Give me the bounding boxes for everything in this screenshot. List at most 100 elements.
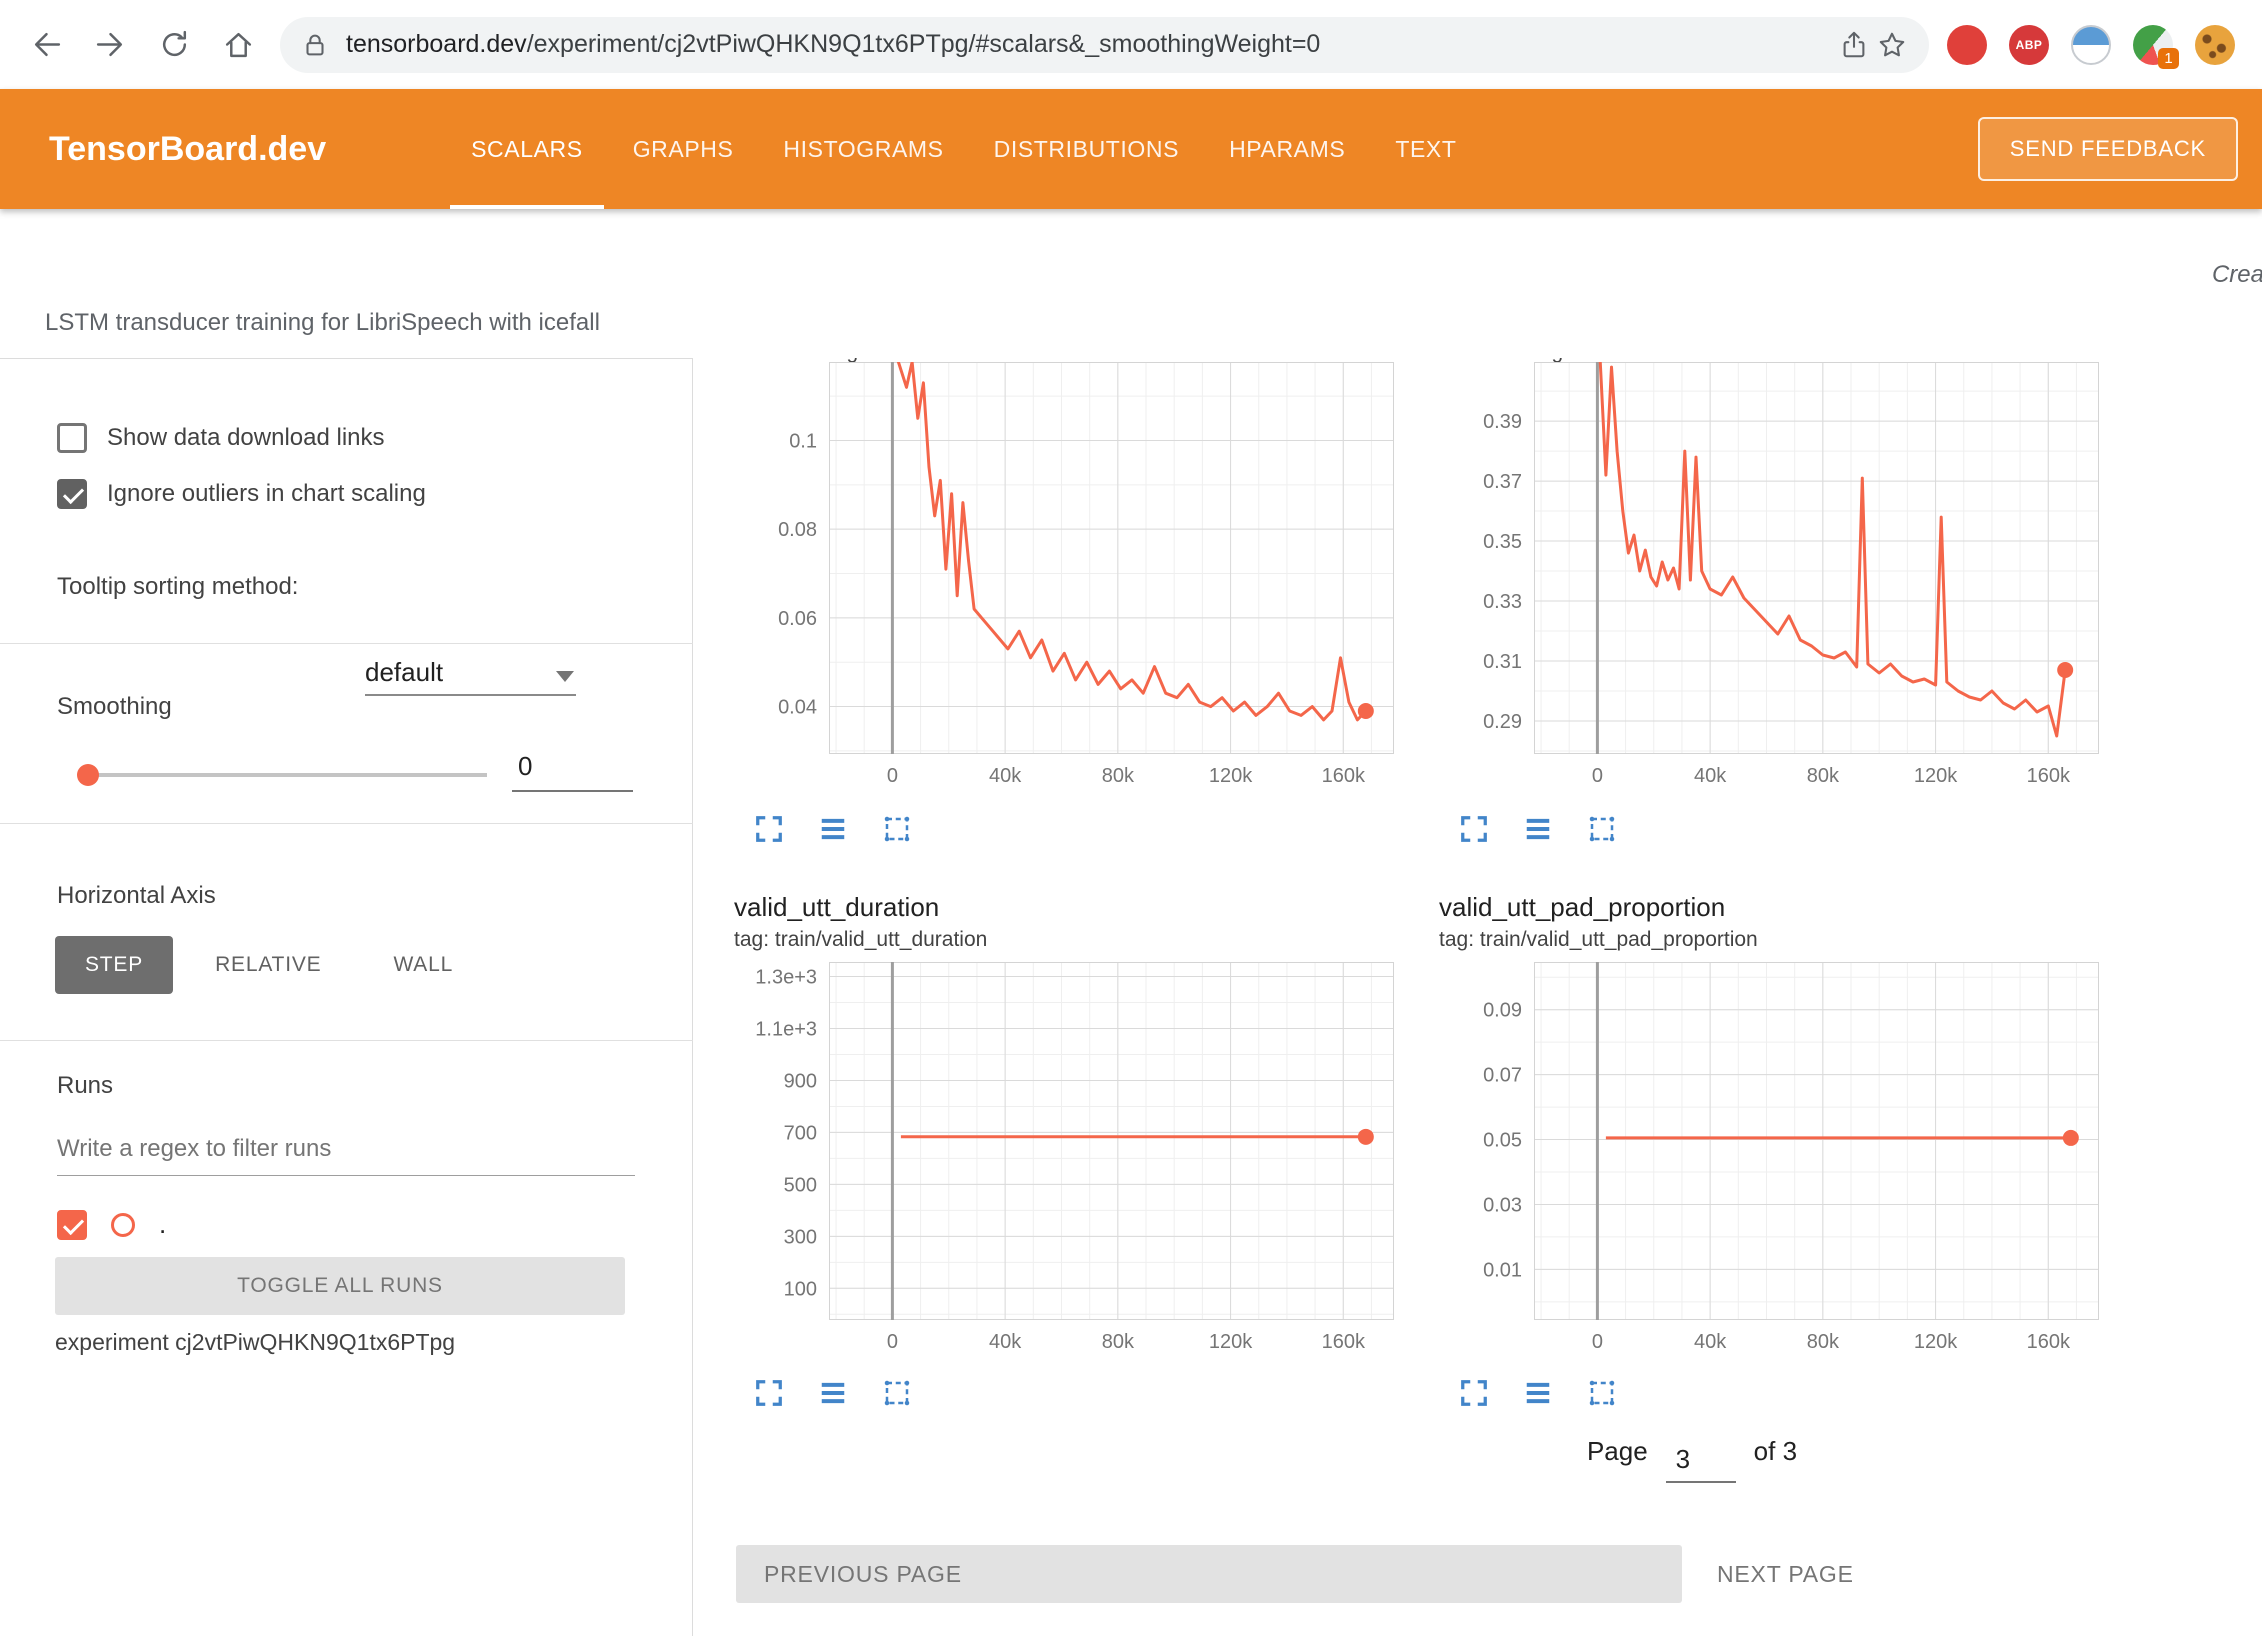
slider-track[interactable]: [88, 773, 487, 777]
expand-chart-icon[interactable]: [754, 814, 784, 844]
data-table-icon[interactable]: [818, 814, 848, 844]
checkbox-icon[interactable]: [57, 423, 87, 453]
tab-histograms[interactable]: HISTOGRAMS: [758, 89, 968, 209]
run-checkbox-icon[interactable]: [57, 1210, 87, 1240]
svg-text:0.39: 0.39: [1483, 411, 1522, 433]
experiment-id-label: experiment cj2vtPiwQHKN9Q1tx6PTpg: [55, 1329, 455, 1356]
tab-hparams[interactable]: HPARAMS: [1204, 89, 1370, 209]
ignore-outliers-checkbox[interactable]: Ignore outliers in chart scaling: [57, 479, 426, 509]
forward-icon[interactable]: [92, 27, 128, 63]
tooltip-sorting-value: default: [365, 657, 443, 687]
horizontal-axis-label: Horizontal Axis: [57, 882, 216, 910]
smoothing-value-input[interactable]: 0: [512, 751, 633, 792]
svg-text:160k: 160k: [1322, 1331, 1366, 1353]
fit-domain-icon[interactable]: [882, 1378, 912, 1408]
slider-thumb[interactable]: [77, 764, 99, 786]
svg-text:80k: 80k: [1102, 765, 1135, 787]
svg-text:0.06: 0.06: [778, 608, 817, 630]
chart-actions: [1459, 814, 1617, 844]
run-row[interactable]: .: [57, 1209, 166, 1240]
pagination: Page 3 of 3: [1514, 1436, 1870, 1475]
tab-distributions[interactable]: DISTRIBUTIONS: [969, 89, 1204, 209]
fit-domain-icon[interactable]: [1587, 1378, 1617, 1408]
checkbox-label: Ignore outliers in chart scaling: [107, 480, 426, 508]
next-page-button[interactable]: NEXT PAGE: [1717, 1545, 1854, 1603]
scalar-chart[interactable]: 0.040.060.080.1040k80k120k160k: [734, 362, 1394, 788]
axis-wall-button[interactable]: WALL: [363, 936, 483, 994]
svg-text:0.35: 0.35: [1483, 531, 1522, 553]
divider: [0, 1040, 693, 1041]
bookmark-star-icon[interactable]: [1873, 26, 1911, 64]
page-of-label: of 3: [1754, 1436, 1797, 1467]
svg-text:0.05: 0.05: [1483, 1130, 1522, 1152]
svg-text:0: 0: [1592, 765, 1603, 787]
svg-text:160k: 160k: [2027, 765, 2071, 787]
svg-text:40k: 40k: [1694, 765, 1727, 787]
globe-extension-icon[interactable]: [2071, 25, 2111, 65]
tooltip-sorting-label: Tooltip sorting method:: [57, 573, 298, 601]
chart-actions: [754, 1378, 912, 1408]
svg-text:120k: 120k: [1209, 765, 1253, 787]
svg-text:0.37: 0.37: [1483, 471, 1522, 493]
back-icon[interactable]: [28, 27, 64, 63]
expand-chart-icon[interactable]: [754, 1378, 784, 1408]
reload-icon[interactable]: [156, 27, 192, 63]
runs-filter-input[interactable]: [57, 1129, 635, 1176]
chart-card-valid-utt-pad-proportion: valid_utt_pad_proportion tag: train/vali…: [1439, 892, 2099, 1422]
svg-text:120k: 120k: [1914, 765, 1958, 787]
expand-chart-icon[interactable]: [1459, 814, 1489, 844]
fit-domain-icon[interactable]: [1587, 814, 1617, 844]
expand-chart-icon[interactable]: [1459, 1378, 1489, 1408]
fit-domain-icon[interactable]: [882, 814, 912, 844]
home-icon[interactable]: [220, 27, 256, 63]
axis-relative-button[interactable]: RELATIVE: [185, 936, 351, 994]
url-bar[interactable]: tensorboard.dev/experiment/cj2vtPiwQHKN9…: [280, 17, 1929, 73]
tab-text[interactable]: TEXT: [1370, 89, 1481, 209]
svg-text:900: 900: [784, 1070, 817, 1092]
browser-extensions: ABP 1: [1947, 25, 2235, 65]
scalar-chart[interactable]: 0.290.310.330.350.370.39040k80k120k160k: [1439, 362, 2099, 788]
data-table-icon[interactable]: [818, 1378, 848, 1408]
divider: [0, 823, 693, 824]
tab-graphs[interactable]: GRAPHS: [608, 89, 759, 209]
svg-text:120k: 120k: [1914, 1331, 1958, 1353]
share-icon[interactable]: [1835, 26, 1873, 64]
subheader: Crea LSTM transducer training for LibriS…: [0, 209, 2262, 358]
data-table-icon[interactable]: [1523, 814, 1553, 844]
scalar-chart[interactable]: 0.010.030.050.070.09040k80k120k160k: [1439, 962, 2099, 1354]
axis-step-button[interactable]: STEP: [55, 936, 173, 994]
app-header: TensorBoard.dev SCALARS GRAPHS HISTOGRAM…: [0, 89, 2262, 209]
abp-extension-icon[interactable]: ABP: [2009, 25, 2049, 65]
svg-text:0.08: 0.08: [778, 519, 817, 541]
data-table-icon[interactable]: [1523, 1378, 1553, 1408]
adblock-extension-icon[interactable]: [1947, 25, 1987, 65]
pie-extension-icon[interactable]: 1: [2133, 25, 2173, 65]
checkbox-icon[interactable]: [57, 479, 87, 509]
svg-text:160k: 160k: [2027, 1331, 2071, 1353]
send-feedback-button[interactable]: SEND FEEDBACK: [1978, 117, 2238, 181]
page: tensorboard.dev/experiment/cj2vtPiwQHKN9…: [0, 0, 2262, 1636]
toggle-all-runs-button[interactable]: TOGGLE ALL RUNS: [55, 1257, 625, 1315]
svg-text:0: 0: [887, 765, 898, 787]
cookie-extension-icon[interactable]: [2195, 25, 2235, 65]
svg-text:0.09: 0.09: [1483, 1000, 1522, 1022]
svg-text:0.03: 0.03: [1483, 1194, 1522, 1216]
url-path: /experiment/cj2vtPiwQHKN9Q1tx6PTpg/#scal…: [527, 30, 1321, 58]
svg-text:0: 0: [887, 1331, 898, 1353]
chart-tag: tag: train/valid_utt_duration: [734, 928, 987, 952]
previous-page-button[interactable]: PREVIOUS PAGE: [736, 1545, 1682, 1603]
tab-scalars[interactable]: SCALARS: [446, 89, 608, 209]
chart-actions: [1459, 1378, 1617, 1408]
smoothing-slider[interactable]: [77, 759, 487, 791]
svg-text:0.07: 0.07: [1483, 1065, 1522, 1087]
tooltip-sorting-select[interactable]: default: [365, 657, 576, 696]
svg-text:700: 700: [784, 1122, 817, 1144]
scalar-chart[interactable]: 1003005007009001.1e+31.3e+3040k80k120k16…: [734, 962, 1394, 1354]
app-logo[interactable]: TensorBoard.dev: [49, 130, 326, 169]
page-number-input[interactable]: 3: [1666, 1444, 1736, 1483]
lock-icon: [300, 30, 330, 60]
show-download-links-checkbox[interactable]: Show data download links: [57, 423, 385, 453]
chart-actions: [754, 814, 912, 844]
divider: [0, 643, 693, 644]
chart-title: valid_utt_duration: [734, 892, 939, 923]
